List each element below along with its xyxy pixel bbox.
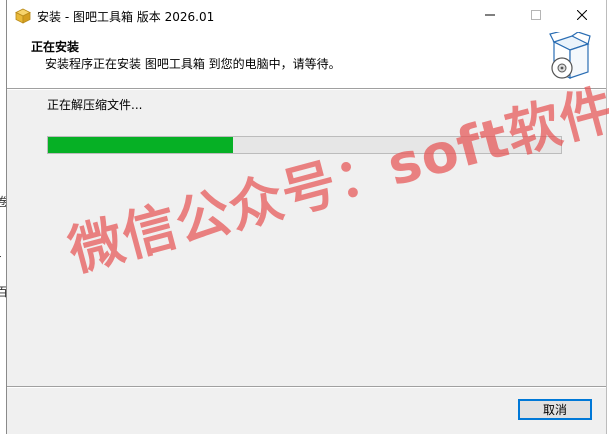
- title-bar[interactable]: 安装 - 图吧工具箱 版本 2026.01: [7, 0, 606, 32]
- close-icon: [577, 10, 587, 20]
- page-subtitle: 安装程序正在安装 图吧工具箱 到您的电脑中，请等待。: [45, 57, 341, 71]
- maximize-button: [513, 0, 559, 30]
- wizard-header: 正在安装 安装程序正在安装 图吧工具箱 到您的电脑中，请等待。: [7, 32, 606, 88]
- minimize-button[interactable]: [467, 0, 513, 30]
- install-progress-bar: [47, 136, 562, 154]
- status-text: 正在解压缩文件...: [47, 98, 143, 112]
- install-box-disc-icon: [549, 32, 591, 79]
- installer-package-icon: [15, 8, 31, 24]
- close-button[interactable]: [559, 0, 605, 30]
- install-progress-fill: [48, 137, 233, 153]
- minimize-icon: [485, 14, 495, 16]
- footer-divider: [7, 386, 606, 388]
- cancel-button[interactable]: 取消: [518, 399, 592, 420]
- page-title: 正在安装: [31, 40, 80, 54]
- maximize-icon: [531, 10, 541, 20]
- installer-window: 安装 - 图吧工具箱 版本 2026.01 正在安装 安装程序正在安装 图吧工具…: [6, 0, 609, 434]
- window-title: 安装 - 图吧工具箱 版本 2026.01: [37, 10, 215, 24]
- header-divider: [7, 88, 606, 90]
- background-edge-text: r: [0, 252, 1, 266]
